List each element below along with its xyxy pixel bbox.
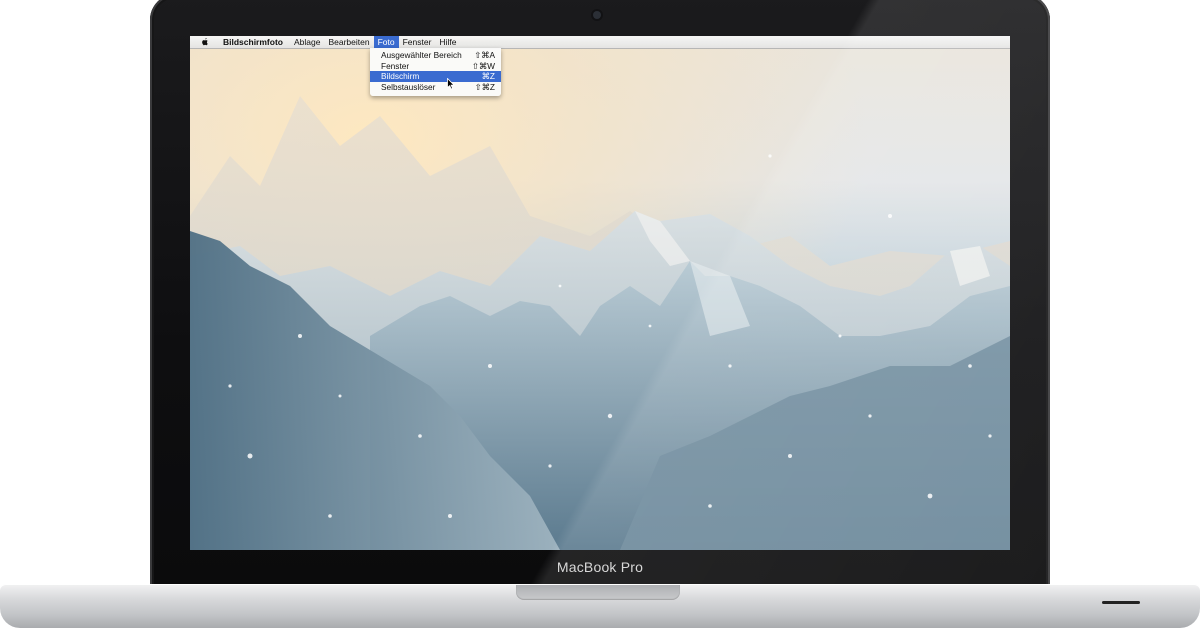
menu-item-shortcut: ⌘Z [481, 71, 495, 82]
menu-bar: Bildschirmfoto Ablage Bearbeiten Foto Fe… [190, 36, 1010, 49]
menu-item-label: Selbstauslöser [381, 81, 436, 92]
desktop-wallpaper [190, 96, 1010, 550]
foto-dropdown-menu: Ausgewählter Bereich ⇧⌘A Fenster ⇧⌘W Bil… [370, 48, 501, 96]
menu-item-selbstausloeser[interactable]: Selbstauslöser ⇧⌘Z [370, 82, 501, 93]
menu-bearbeiten[interactable]: Bearbeiten [324, 36, 373, 48]
cursor-icon [447, 78, 455, 90]
stage: Bildschirmfoto Ablage Bearbeiten Foto Fe… [0, 0, 1200, 628]
menu-item-label: Bildschirm [381, 71, 420, 82]
menu-item-ausgewaehlter-bereich[interactable]: Ausgewählter Bereich ⇧⌘A [370, 50, 501, 61]
menu-item-shortcut: ⇧⌘A [474, 50, 495, 61]
menu-app-name[interactable]: Bildschirmfoto [219, 36, 287, 48]
menu-item-label: Ausgewählter Bereich [381, 50, 462, 61]
camera-icon [593, 11, 601, 19]
menu-fenster[interactable]: Fenster [399, 36, 436, 48]
menu-item-fenster[interactable]: Fenster ⇧⌘W [370, 61, 501, 72]
menu-hilfe[interactable]: Hilfe [435, 36, 460, 48]
menu-item-shortcut: ⇧⌘W [471, 60, 495, 71]
menu-foto[interactable]: Foto [373, 36, 399, 48]
menu-item-shortcut: ⇧⌘Z [474, 81, 495, 92]
screen: Bildschirmfoto Ablage Bearbeiten Foto Fe… [190, 36, 1010, 550]
menu-item-label: Fenster [381, 60, 410, 71]
apple-icon[interactable] [200, 37, 210, 47]
menu-item-bildschirm[interactable]: Bildschirm ⌘Z [370, 71, 501, 82]
device-brand-label: MacBook Pro [556, 559, 644, 575]
sleep-indicator [1102, 601, 1140, 604]
lid-notch [516, 585, 680, 600]
menu-ablage[interactable]: Ablage [290, 36, 324, 48]
